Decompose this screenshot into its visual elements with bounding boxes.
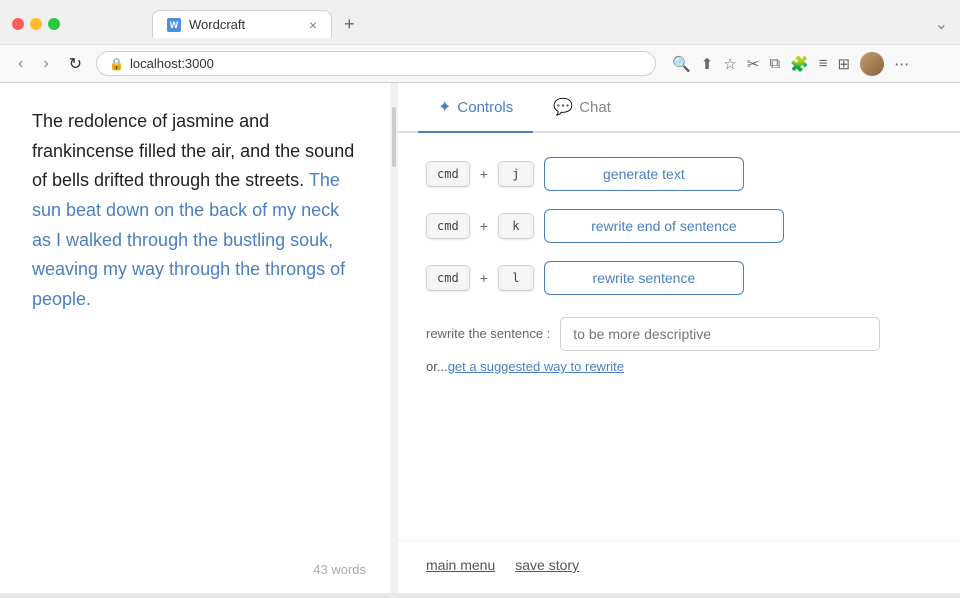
new-tab-button[interactable]: + bbox=[340, 14, 359, 35]
forward-button[interactable]: › bbox=[37, 53, 54, 75]
main-content: The redolence of jasmine and frankincens… bbox=[0, 83, 960, 593]
save-story-button[interactable]: save story bbox=[515, 557, 579, 573]
rewrite-prefix: or... bbox=[426, 359, 448, 374]
text-editor[interactable]: The redolence of jasmine and frankincens… bbox=[0, 83, 390, 593]
rewrite-input[interactable] bbox=[560, 317, 880, 351]
editor-text[interactable]: The redolence of jasmine and frankincens… bbox=[32, 107, 358, 315]
sparkle-icon: ✦ bbox=[438, 97, 451, 117]
sidebar-icon[interactable]: ⊞ bbox=[838, 55, 851, 73]
controls-panel: ✦ Controls 💬 Chat cmd + j generate text … bbox=[398, 83, 960, 593]
tab-chat-label: Chat bbox=[579, 99, 611, 116]
rewrite-label: rewrite the sentence : bbox=[426, 317, 550, 343]
j-key: j bbox=[498, 161, 534, 187]
rewrite-label-row: rewrite the sentence : bbox=[426, 317, 932, 351]
chat-icon: 💬 bbox=[553, 97, 573, 117]
cmd-key-3: cmd bbox=[426, 265, 470, 291]
editor-normal-text: The redolence of jasmine and frankincens… bbox=[32, 111, 354, 190]
main-menu-button[interactable]: main menu bbox=[426, 557, 495, 573]
rewrite-sentence-button[interactable]: rewrite sentence bbox=[544, 261, 744, 295]
copy-icon[interactable]: ⧉ bbox=[769, 55, 780, 72]
tab-bar: W Wordcraft × + bbox=[72, 10, 439, 38]
refresh-button[interactable]: ↻ bbox=[63, 52, 88, 76]
cut-icon[interactable]: ✂ bbox=[747, 55, 760, 73]
zoom-icon[interactable]: 🔍 bbox=[672, 55, 691, 73]
scrollbar-thumb[interactable] bbox=[392, 107, 396, 167]
minimize-window-button[interactable] bbox=[30, 18, 42, 30]
panel-footer: main menu save story bbox=[398, 540, 960, 593]
tab-title: Wordcraft bbox=[189, 17, 301, 32]
shortcut-generate-text: cmd + j generate text bbox=[426, 157, 932, 191]
close-window-button[interactable] bbox=[12, 18, 24, 30]
nav-bar: ‹ › ↻ 🔒 localhost:3000 🔍 ⬆ ☆ ✂ ⧉ 🧩 ≡ ⊞ ⋯ bbox=[0, 44, 960, 82]
avatar[interactable] bbox=[860, 52, 884, 76]
maximize-window-button[interactable] bbox=[48, 18, 60, 30]
plus-sign-1: + bbox=[480, 166, 488, 182]
nav-actions: 🔍 ⬆ ☆ ✂ ⧉ 🧩 ≡ ⊞ ⋯ bbox=[672, 52, 909, 76]
tab-chat[interactable]: 💬 Chat bbox=[533, 83, 631, 133]
cmd-key-1: cmd bbox=[426, 161, 470, 187]
cmd-key-2: cmd bbox=[426, 213, 470, 239]
panel-content: cmd + j generate text cmd + k rewrite en… bbox=[398, 133, 960, 540]
plus-sign-3: + bbox=[480, 270, 488, 286]
browser-tab[interactable]: W Wordcraft × bbox=[152, 10, 332, 38]
tab-favicon-icon: W bbox=[167, 18, 181, 32]
reading-list-icon[interactable]: ≡ bbox=[819, 55, 828, 72]
browser-menu-button[interactable]: ⌄ bbox=[935, 16, 948, 33]
rewrite-end-of-sentence-button[interactable]: rewrite end of sentence bbox=[544, 209, 784, 243]
tab-controls-label: Controls bbox=[457, 99, 513, 116]
l-key: l bbox=[498, 265, 534, 291]
more-options-icon[interactable]: ⋯ bbox=[894, 55, 909, 73]
shortcut-rewrite-sentence: cmd + l rewrite sentence bbox=[426, 261, 932, 295]
traffic-lights bbox=[12, 18, 60, 30]
browser-chrome: W Wordcraft × + ⌄ ‹ › ↻ 🔒 localhost:3000… bbox=[0, 0, 960, 83]
rewrite-section: rewrite the sentence : or...get a sugges… bbox=[426, 317, 932, 374]
scrollbar[interactable] bbox=[390, 83, 398, 593]
tab-controls[interactable]: ✦ Controls bbox=[418, 83, 533, 133]
editor-highlighted-text: The sun beat down on the back of my neck… bbox=[32, 170, 345, 309]
bookmark-icon[interactable]: ☆ bbox=[723, 55, 736, 73]
extensions-icon[interactable]: 🧩 bbox=[790, 55, 809, 73]
word-count: 43 words bbox=[313, 562, 366, 577]
panel-tabs: ✦ Controls 💬 Chat bbox=[398, 83, 960, 133]
suggested-rewrite-link[interactable]: get a suggested way to rewrite bbox=[448, 359, 624, 374]
address-text: localhost:3000 bbox=[130, 56, 643, 71]
generate-text-button[interactable]: generate text bbox=[544, 157, 744, 191]
rewrite-link-row: or...get a suggested way to rewrite bbox=[426, 359, 932, 374]
k-key: k bbox=[498, 213, 534, 239]
lock-icon: 🔒 bbox=[109, 57, 124, 71]
tab-close-button[interactable]: × bbox=[309, 18, 317, 32]
back-button[interactable]: ‹ bbox=[12, 53, 29, 75]
title-bar: W Wordcraft × + ⌄ bbox=[0, 0, 960, 44]
share-icon[interactable]: ⬆ bbox=[701, 55, 714, 73]
shortcut-rewrite-end: cmd + k rewrite end of sentence bbox=[426, 209, 932, 243]
plus-sign-2: + bbox=[480, 218, 488, 234]
address-bar[interactable]: 🔒 localhost:3000 bbox=[96, 51, 656, 76]
